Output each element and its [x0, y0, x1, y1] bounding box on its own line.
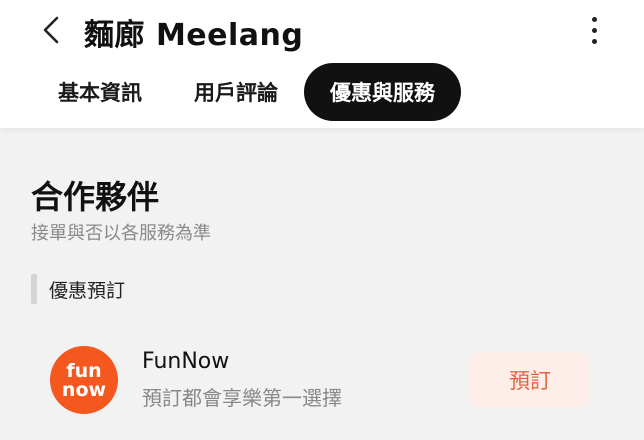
top-bar: 麵廊 Meelang 基本資訊 用戶評論 優惠與服務: [0, 0, 644, 128]
partner-name: FunNow: [142, 349, 230, 374]
chevron-left-icon: [43, 16, 59, 44]
funnow-logo-icon: fun now: [62, 360, 106, 401]
section-title: 合作夥伴: [31, 178, 160, 216]
tab-bar: 基本資訊 用戶評論 優惠與服務: [32, 63, 461, 121]
partner-description: 預訂都會享樂第一選擇: [142, 386, 342, 410]
subsection-header: 優惠預訂: [31, 274, 125, 304]
more-options-button[interactable]: [582, 12, 606, 48]
tab-offers-services[interactable]: 優惠與服務: [304, 63, 461, 121]
tab-basic-info[interactable]: 基本資訊: [32, 63, 168, 121]
subsection-label: 優惠預訂: [49, 279, 126, 302]
svg-text:now: now: [62, 379, 106, 401]
funnow-logo: fun now: [50, 346, 118, 414]
back-button[interactable]: [34, 12, 68, 48]
tab-user-reviews[interactable]: 用戶評論: [168, 63, 304, 121]
more-vertical-icon: [591, 16, 597, 22]
book-button[interactable]: 預訂: [470, 352, 590, 408]
page-title: 麵廊 Meelang: [84, 18, 304, 53]
subsection-marker: [31, 274, 37, 304]
section-subtitle: 接單與否以各服務為準: [31, 223, 211, 244]
